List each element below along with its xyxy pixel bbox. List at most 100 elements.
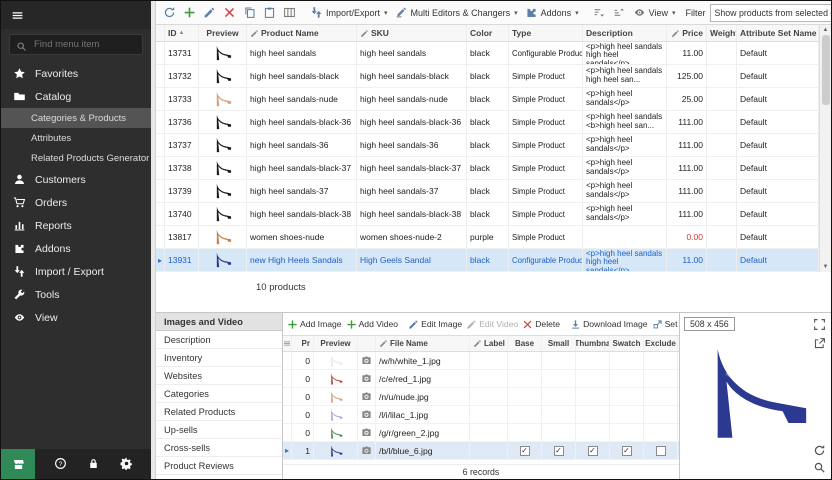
tab-related-products[interactable]: Related Products bbox=[156, 403, 282, 421]
column-header-thumbna[interactable]: Thumbna bbox=[576, 336, 610, 351]
addons-menu[interactable]: Addons▾ bbox=[522, 3, 582, 22]
sidebar-item-attributes[interactable]: Attributes bbox=[1, 128, 151, 148]
settings-button[interactable] bbox=[120, 457, 134, 471]
tab-categories[interactable]: Categories bbox=[156, 385, 282, 403]
column-header-type[interactable]: Type bbox=[509, 25, 583, 41]
table-row[interactable]: 13740high heel sandals-black-38high heel… bbox=[156, 203, 819, 226]
column-header-price[interactable]: Price bbox=[667, 25, 707, 41]
table-row[interactable]: 13736high heel sandals-black-36high heel… bbox=[156, 111, 819, 134]
menu-search[interactable] bbox=[9, 34, 143, 55]
column-header-priority[interactable]: Pr bbox=[292, 336, 314, 351]
column-header-small[interactable]: Small bbox=[542, 336, 576, 351]
tab-product-reviews[interactable]: Product Reviews bbox=[156, 457, 282, 475]
sidebar-item-view[interactable]: View bbox=[1, 306, 151, 329]
sidebar-item-orders[interactable]: Orders bbox=[1, 191, 151, 214]
image-row[interactable]: ▸1/b/l/blue_6.jpg✓✓✓✓ bbox=[283, 442, 679, 460]
image-row[interactable]: 0/c/e/red_1.jpg bbox=[283, 370, 679, 388]
sidebar-item-catalog[interactable]: Catalog bbox=[1, 85, 151, 108]
sidebar-item-tools[interactable]: Tools bbox=[1, 283, 151, 306]
zoom-icon[interactable] bbox=[813, 461, 826, 474]
add-product-button[interactable] bbox=[180, 3, 199, 22]
table-row[interactable]: 13731high heel sandalshigh heel sandalsb… bbox=[156, 42, 819, 65]
scroll-thumb[interactable] bbox=[822, 35, 830, 105]
scroll-up-icon[interactable]: ▲ bbox=[823, 25, 829, 35]
tab-images-and-video[interactable]: Images and Video bbox=[156, 313, 282, 331]
sidebar-item-import-export[interactable]: Import / Export bbox=[1, 260, 151, 283]
row-expander[interactable]: ▸ bbox=[283, 442, 292, 459]
table-row[interactable]: 13733high heel sandals-nudehigh heel san… bbox=[156, 88, 819, 111]
table-row[interactable]: 13739high heel sandals-37high heel sanda… bbox=[156, 180, 819, 203]
image-row[interactable]: 0/w/h/white_1.jpg bbox=[283, 352, 679, 370]
sidebar-item-categories-products[interactable]: Categories & Products bbox=[1, 108, 151, 128]
table-row[interactable]: ▸13931new High Heels SandalsHigh Geels S… bbox=[156, 249, 819, 272]
column-header-sku[interactable]: SKU bbox=[357, 25, 467, 41]
open-external-icon[interactable] bbox=[813, 337, 826, 350]
sort-descending-button[interactable] bbox=[610, 3, 629, 22]
checkbox-thumbnail[interactable]: ✓ bbox=[588, 446, 598, 456]
image-row[interactable]: 0/n/u/nude.jpg bbox=[283, 388, 679, 406]
tab-cross-sells[interactable]: Cross-sells bbox=[156, 439, 282, 457]
sidebar-item-reports[interactable]: Reports bbox=[1, 214, 151, 237]
column-header-weight[interactable]: Weight bbox=[707, 25, 737, 41]
column-header-color[interactable]: Color bbox=[467, 25, 509, 41]
tab-inventory[interactable]: Inventory bbox=[156, 349, 282, 367]
fullscreen-icon[interactable] bbox=[813, 318, 826, 331]
column-header-preview[interactable]: Preview bbox=[314, 336, 358, 351]
checkbox-swatch[interactable]: ✓ bbox=[622, 446, 632, 456]
tab-websites[interactable]: Websites bbox=[156, 367, 282, 385]
column-header-base[interactable]: Base bbox=[508, 336, 542, 351]
sidebar-item-favorites[interactable]: Favorites bbox=[1, 62, 151, 85]
scroll-down-icon[interactable]: ▼ bbox=[823, 262, 829, 272]
lock-button[interactable] bbox=[87, 457, 101, 471]
multi-editors-menu[interactable]: Multi Editors & Changers▾ bbox=[392, 3, 521, 22]
column-header-product-name[interactable]: Product Name bbox=[247, 25, 357, 41]
checkbox-base[interactable]: ✓ bbox=[520, 446, 530, 456]
refresh-preview-icon[interactable] bbox=[813, 444, 826, 457]
edit-video-button[interactable]: Edit Video bbox=[464, 315, 520, 334]
view-menu[interactable]: View▾ bbox=[630, 3, 679, 22]
sidebar-item-related-products-generator[interactable]: Related Products Generator bbox=[1, 148, 151, 168]
tab-description[interactable]: Description bbox=[156, 331, 282, 349]
edit-image-button[interactable]: Edit Image bbox=[406, 315, 464, 334]
add-video-button[interactable]: Add Video bbox=[344, 315, 401, 334]
image-row[interactable]: 0/l/i/lilac_1.jpg bbox=[283, 406, 679, 424]
table-row[interactable]: 13817women shoes-nudewomen shoes-nude-2p… bbox=[156, 226, 819, 249]
refresh-button[interactable] bbox=[160, 3, 179, 22]
column-header-description[interactable]: Description bbox=[583, 25, 667, 41]
checkbox-small[interactable]: ✓ bbox=[554, 446, 564, 456]
images-header-menu-icon[interactable] bbox=[283, 336, 292, 351]
delete-image-button[interactable]: Delete bbox=[520, 315, 562, 334]
copy-button[interactable] bbox=[240, 3, 259, 22]
row-expander[interactable]: ▸ bbox=[156, 249, 165, 271]
checkbox-exclude[interactable] bbox=[656, 446, 666, 456]
column-header-attribute-set-name[interactable]: Attribute Set Name bbox=[737, 25, 819, 41]
sort-ascending-button[interactable] bbox=[590, 3, 609, 22]
paste-button[interactable] bbox=[260, 3, 279, 22]
hamburger-menu-icon[interactable] bbox=[11, 9, 24, 22]
help-button[interactable]: ? bbox=[54, 457, 68, 471]
table-row[interactable]: 13738high heel sandals-black-37high heel… bbox=[156, 157, 819, 180]
column-header-swatch[interactable]: Swatch bbox=[610, 336, 644, 351]
grid-scrollbar[interactable]: ▲ ▼ bbox=[819, 25, 831, 272]
sidebar-item-customers[interactable]: Customers bbox=[1, 168, 151, 191]
download-image-button[interactable]: Download Image bbox=[568, 315, 650, 334]
add-image-button[interactable]: Add Image bbox=[285, 315, 344, 334]
set-resize-rule-button[interactable]: Set Resize Rule bbox=[650, 315, 679, 334]
tab-up-sells[interactable]: Up-sells bbox=[156, 421, 282, 439]
category-filter-select[interactable]: Show products from selected categories ▾ bbox=[710, 4, 831, 22]
column-header-label[interactable]: Label bbox=[470, 336, 508, 351]
sidebar-item-addons[interactable]: Addons bbox=[1, 237, 151, 260]
column-header-file-name[interactable]: File Name bbox=[376, 336, 470, 351]
column-header-id[interactable]: ID▲ bbox=[165, 25, 199, 41]
edit-product-button[interactable] bbox=[200, 3, 219, 22]
column-header-exclude[interactable]: Exclude bbox=[644, 336, 678, 351]
store-button[interactable] bbox=[1, 449, 35, 479]
columns-button[interactable] bbox=[280, 3, 299, 22]
image-row[interactable]: 0/g/r/green_2.jpg bbox=[283, 424, 679, 442]
table-row[interactable]: 13737high heel sandals-36high heel sanda… bbox=[156, 134, 819, 157]
menu-search-input[interactable] bbox=[32, 38, 136, 51]
column-header-preview[interactable]: Preview bbox=[199, 25, 247, 41]
table-row[interactable]: 13732high heel sandals-blackhigh heel sa… bbox=[156, 65, 819, 88]
import-export-menu[interactable]: Import/Export▾ bbox=[307, 3, 391, 22]
delete-product-button[interactable] bbox=[220, 3, 239, 22]
